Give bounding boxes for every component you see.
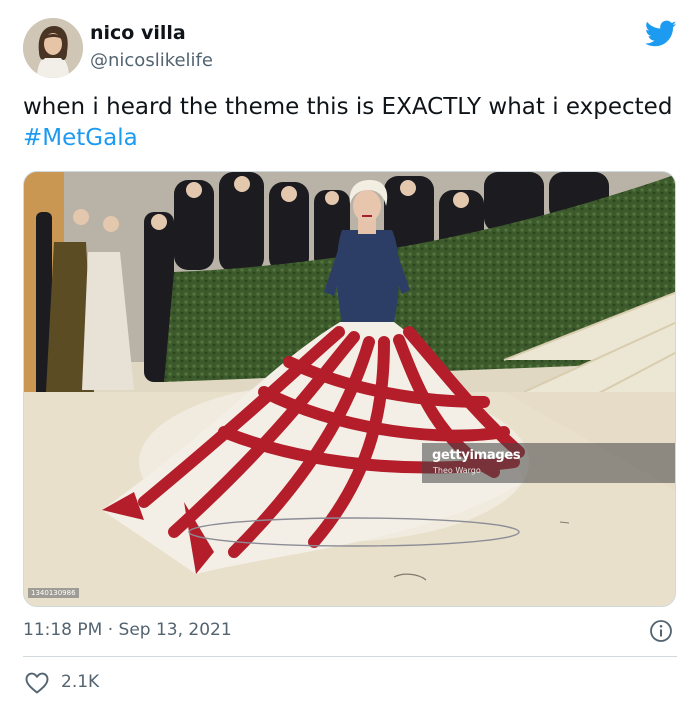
photo-id: 1340130986 [28, 588, 79, 598]
hashtag-link[interactable]: #MetGala [23, 125, 138, 151]
author-name[interactable]: nico villa [90, 22, 186, 44]
tweet-card[interactable]: nico villa @nicoslikelife when i heard t… [0, 0, 700, 709]
getty-watermark: gettyimages Theo Wargo [422, 443, 675, 483]
author-handle[interactable]: @nicoslikelife [90, 50, 213, 71]
divider [23, 656, 677, 657]
avatar-image [23, 18, 83, 78]
tweet-timestamp[interactable]: 11:18 PM · Sep 13, 2021 [23, 620, 232, 640]
avatar[interactable] [23, 18, 83, 78]
heart-icon[interactable] [25, 672, 49, 694]
photo-credit: Theo Wargo [433, 466, 481, 475]
met-gala-photo [24, 172, 675, 606]
like-count[interactable]: 2.1K [61, 672, 99, 692]
tweet-text-body: when i heard the theme this is EXACTLY w… [23, 94, 673, 120]
twitter-bird-icon[interactable] [644, 20, 677, 48]
getty-brand: gettyimages [432, 448, 521, 463]
info-icon[interactable] [649, 619, 673, 643]
tweet-text: when i heard the theme this is EXACTLY w… [23, 92, 673, 154]
tweet-photo[interactable]: gettyimages Theo Wargo 1340130986 [23, 171, 676, 607]
